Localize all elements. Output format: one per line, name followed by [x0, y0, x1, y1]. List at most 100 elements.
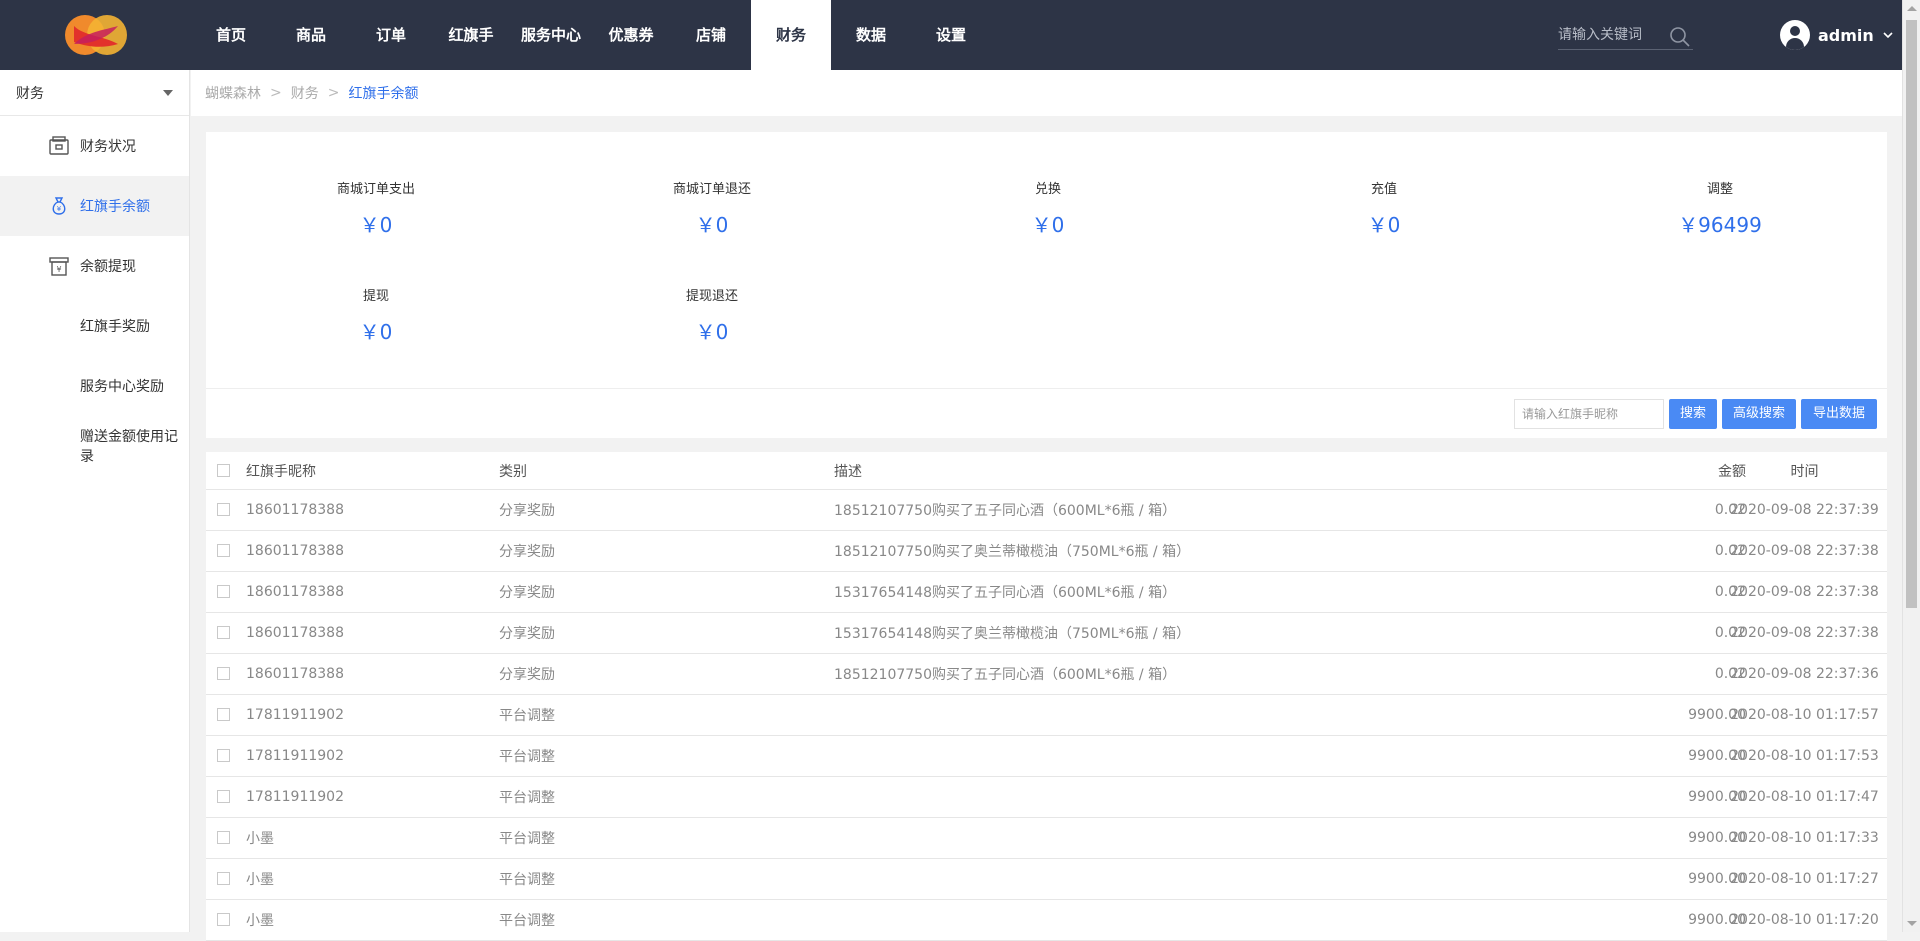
money-bag-icon: ¥: [52, 197, 66, 215]
scroll-down-arrow-icon[interactable]: [1907, 921, 1917, 926]
breadcrumb-current: 红旗手余额: [348, 86, 419, 102]
nav-item-settings[interactable]: 设置: [911, 0, 991, 70]
cell-nickname: 小墨: [246, 872, 274, 888]
cell-time: 2020-08-10 01:17:53: [1730, 748, 1879, 764]
cell-category: 分享奖励: [499, 544, 555, 560]
sidebar-item-flagbearer-rewards[interactable]: 红旗手奖励: [0, 296, 189, 356]
row-checkbox[interactable]: [217, 708, 230, 721]
cell-nickname: 小墨: [246, 913, 274, 929]
sidebar-item-label: 财务状况: [80, 139, 136, 155]
cell-time: 2020-09-08 22:37:38: [1730, 584, 1879, 600]
table-row: 18601178388 分享奖励 15317654148购买了五子同心酒（600ML…: [206, 572, 1887, 613]
cell-category: 平台调整: [499, 708, 555, 724]
sidebar-select-value: 财务: [16, 85, 44, 102]
cell-time: 2020-09-08 22:37:38: [1730, 625, 1879, 641]
row-checkbox[interactable]: [217, 872, 230, 885]
table-header: 红旗手昵称 类别 描述 金额 时间: [206, 452, 1887, 490]
nav-item-finance[interactable]: 财务: [751, 0, 831, 70]
row-checkbox[interactable]: [217, 585, 230, 598]
select-all-checkbox[interactable]: [217, 463, 230, 477]
row-checkbox[interactable]: [217, 626, 230, 639]
cell-nickname: 18601178388: [246, 625, 344, 641]
nav-item-data[interactable]: 数据: [831, 0, 911, 70]
advanced-search-button[interactable]: 高级搜索: [1722, 399, 1796, 429]
balance-table: 红旗手昵称 类别 描述 金额 时间 18601178388 分享奖励 1851210…: [206, 452, 1887, 941]
breadcrumb: 蝴蝶森林 > 财务 > 红旗手余额: [191, 70, 1902, 116]
stat-withdraw-refund: 提现退还 ￥0: [612, 285, 812, 345]
sidebar-item-label: 余额提现: [80, 259, 136, 275]
cell-time: 2020-09-08 22:37:36: [1730, 666, 1879, 682]
export-data-button[interactable]: 导出数据: [1801, 399, 1877, 429]
user-name: admin: [1818, 25, 1874, 45]
logo-icon[interactable]: [60, 12, 132, 58]
stat-value: ￥0: [1031, 213, 1065, 237]
stat-mall-order-refund: 商城订单退还 ￥0: [612, 178, 812, 238]
row-checkbox[interactable]: [217, 831, 230, 844]
sidebar-item-gift-usage-records[interactable]: 赠送金额使用记录: [0, 416, 189, 476]
table-row: 小墨 平台调整 9900.00 2020-08-10 01:17:20: [206, 900, 1887, 941]
cell-time: 2020-09-08 22:37:38: [1730, 543, 1879, 559]
cell-nickname: 18601178388: [246, 502, 344, 518]
column-header-time: 时间: [1790, 463, 1819, 480]
stat-value: ￥0: [695, 213, 729, 237]
nickname-search-input[interactable]: [1514, 399, 1664, 429]
breadcrumb-item[interactable]: 财务: [291, 83, 319, 103]
table-row: 18601178388 分享奖励 18512107750购买了五子同心酒（600ML…: [206, 654, 1887, 695]
sidebar-item-service-center-rewards[interactable]: 服务中心奖励: [0, 356, 189, 416]
row-checkbox[interactable]: [217, 913, 230, 926]
nav-item-products[interactable]: 商品: [271, 0, 351, 70]
page-scrollbar[interactable]: [1902, 0, 1920, 932]
stat-value: ￥96499: [1678, 213, 1762, 237]
row-checkbox[interactable]: [217, 749, 230, 762]
stat-label: 提现退还: [685, 289, 738, 304]
sidebar-item-label: 服务中心奖励: [80, 379, 164, 395]
cell-description: 18512107750购买了五子同心酒（600ML*6瓶 / 箱）: [834, 667, 1177, 683]
row-checkbox[interactable]: [217, 503, 230, 516]
sidebar-item-balance-withdraw[interactable]: ¥ 余额提现: [0, 236, 189, 296]
search-button[interactable]: 搜索: [1669, 399, 1717, 429]
table-toolbar: 搜索 高级搜索 导出数据: [206, 388, 1887, 438]
caret-down-icon: [163, 89, 173, 96]
row-checkbox[interactable]: [217, 790, 230, 803]
cell-time: 2020-08-10 01:17:47: [1730, 789, 1879, 805]
stat-exchange: 兑换 ￥0: [948, 178, 1148, 238]
sidebar-module-select[interactable]: 财务: [0, 70, 189, 116]
scroll-thumb[interactable]: [1906, 20, 1917, 608]
column-header-category: 类别: [499, 463, 527, 480]
cell-time: 2020-09-08 22:37:39: [1730, 502, 1879, 518]
svg-text:¥: ¥: [57, 205, 62, 213]
balance-summary: 商城订单支出 ￥0 商城订单退还 ￥0 兑换 ￥0 充值 ￥0 调整 ￥9649…: [206, 132, 1887, 388]
cell-time: 2020-08-10 01:17:20: [1730, 912, 1879, 928]
table-row: 17811911902 平台调整 9900.00 2020-08-10 01:17:5…: [206, 736, 1887, 777]
stat-label: 提现: [362, 289, 389, 304]
stat-label: 商城订单退还: [672, 182, 751, 197]
cell-nickname: 18601178388: [246, 666, 344, 682]
nav-item-flagbearers[interactable]: 红旗手: [431, 0, 511, 70]
nav-item-home[interactable]: 首页: [191, 0, 271, 70]
cell-description: 18512107750购买了五子同心酒（600ML*6瓶 / 箱）: [834, 503, 1177, 519]
nav-item-orders[interactable]: 订单: [351, 0, 431, 70]
row-checkbox[interactable]: [217, 667, 230, 680]
scroll-up-arrow-icon[interactable]: [1907, 6, 1917, 11]
cell-time: 2020-08-10 01:17:33: [1730, 830, 1879, 846]
breadcrumb-separator: >: [270, 85, 282, 101]
table-row: 17811911902 平台调整 9900.00 2020-08-10 01:17:5…: [206, 695, 1887, 736]
stat-value: ￥0: [1367, 213, 1401, 237]
sidebar-item-finance-status[interactable]: 财务状况: [0, 116, 189, 176]
breadcrumb-item[interactable]: 蝴蝶森林: [205, 83, 261, 103]
nav-item-coupons[interactable]: 优惠券: [591, 0, 671, 70]
cell-nickname: 18601178388: [246, 584, 344, 600]
cell-category: 分享奖励: [499, 585, 555, 601]
nav-item-stores[interactable]: 店铺: [671, 0, 751, 70]
table-row: 18601178388 分享奖励 18512107750购买了五子同心酒（600ML…: [206, 490, 1887, 531]
chevron-down-icon: [1883, 32, 1893, 39]
search-icon[interactable]: [1669, 26, 1691, 48]
sidebar-item-flagbearer-balance[interactable]: ¥ 红旗手余额: [0, 176, 189, 236]
global-search-input[interactable]: [1558, 22, 1663, 48]
stat-label: 调整: [1706, 182, 1733, 197]
nav-item-service-center[interactable]: 服务中心: [511, 0, 591, 70]
user-menu[interactable]: admin: [1780, 20, 1894, 50]
row-checkbox[interactable]: [217, 544, 230, 557]
wallet-icon: [49, 136, 69, 155]
stat-recharge: 充值 ￥0: [1284, 178, 1484, 238]
